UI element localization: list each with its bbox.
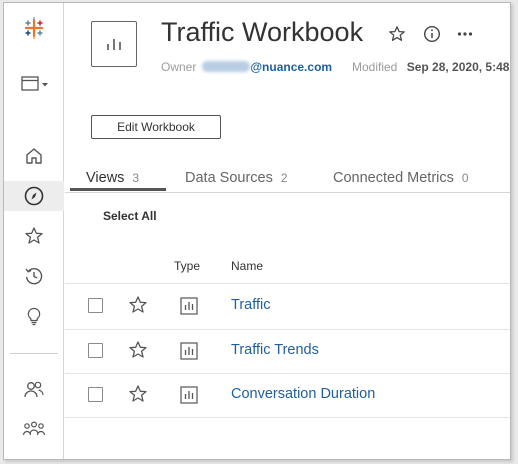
owner-label: Owner [161,60,197,74]
row-checkbox[interactable] [88,298,103,313]
owner-email[interactable]: @nuance.com [250,60,332,74]
info-icon[interactable] [421,23,443,45]
favorite-star-icon[interactable] [386,23,408,45]
select-all-button[interactable]: Select All [103,209,157,223]
app-window: Traffic Workbook Owner @nuance.com Modif… [3,2,511,460]
column-header-type[interactable]: Type [174,259,200,273]
row-favorite-star-icon[interactable] [128,384,148,404]
tab-connected-metrics[interactable]: Connected Metrics 0 [333,170,469,186]
row-divider [65,373,510,374]
chart-bars-icon [107,39,121,50]
nav-divider [10,353,58,354]
nav-rail [4,3,64,459]
row-checkbox[interactable] [88,387,103,402]
header-divider [65,283,510,284]
redacted-owner-name [202,61,251,72]
more-actions-icon[interactable] [454,23,476,45]
view-type-icon [180,386,198,404]
row-favorite-star-icon[interactable] [128,340,148,360]
tab-count: 0 [461,171,469,185]
home-icon[interactable] [17,141,51,171]
row-divider [65,329,510,330]
modified-value: Sep 28, 2020, 5:48 [406,60,510,74]
groups-icon[interactable] [17,415,51,445]
tab-label: Data Sources [185,170,273,186]
owner-meta: Owner @nuance.com [161,60,332,74]
recents-icon[interactable] [17,261,51,291]
users-icon[interactable] [17,375,51,405]
favorites-icon[interactable] [17,221,51,251]
view-type-icon [180,342,198,360]
main-content: Traffic Workbook Owner @nuance.com Modif… [65,3,510,459]
row-favorite-star-icon[interactable] [128,295,148,315]
recommendations-icon[interactable] [17,301,51,331]
active-tab-underline [70,188,166,191]
tab-data-sources[interactable]: Data Sources 2 [185,170,288,186]
row-checkbox[interactable] [88,343,103,358]
row-divider [65,417,510,418]
tab-label: Connected Metrics [333,170,454,186]
tab-count: 3 [132,171,140,185]
column-header-name[interactable]: Name [231,259,263,273]
view-link[interactable]: Traffic [231,297,270,313]
modified-meta: Modified Sep 28, 2020, 5:48 [352,60,509,74]
page-title: Traffic Workbook [161,17,364,47]
edit-workbook-button[interactable]: Edit Workbook [91,115,221,139]
tab-label: Views [86,170,125,186]
view-link[interactable]: Conversation Duration [231,386,375,402]
explore-icon[interactable] [4,181,64,211]
content-menu-icon[interactable] [17,69,55,99]
view-link[interactable]: Traffic Trends [231,342,319,358]
tableau-logo-icon[interactable] [17,13,51,43]
tab-views[interactable]: Views 3 [86,170,139,186]
view-type-icon [180,297,198,315]
tab-count: 2 [280,171,288,185]
modified-label: Modified [352,60,398,74]
workbook-thumbnail [91,21,137,67]
